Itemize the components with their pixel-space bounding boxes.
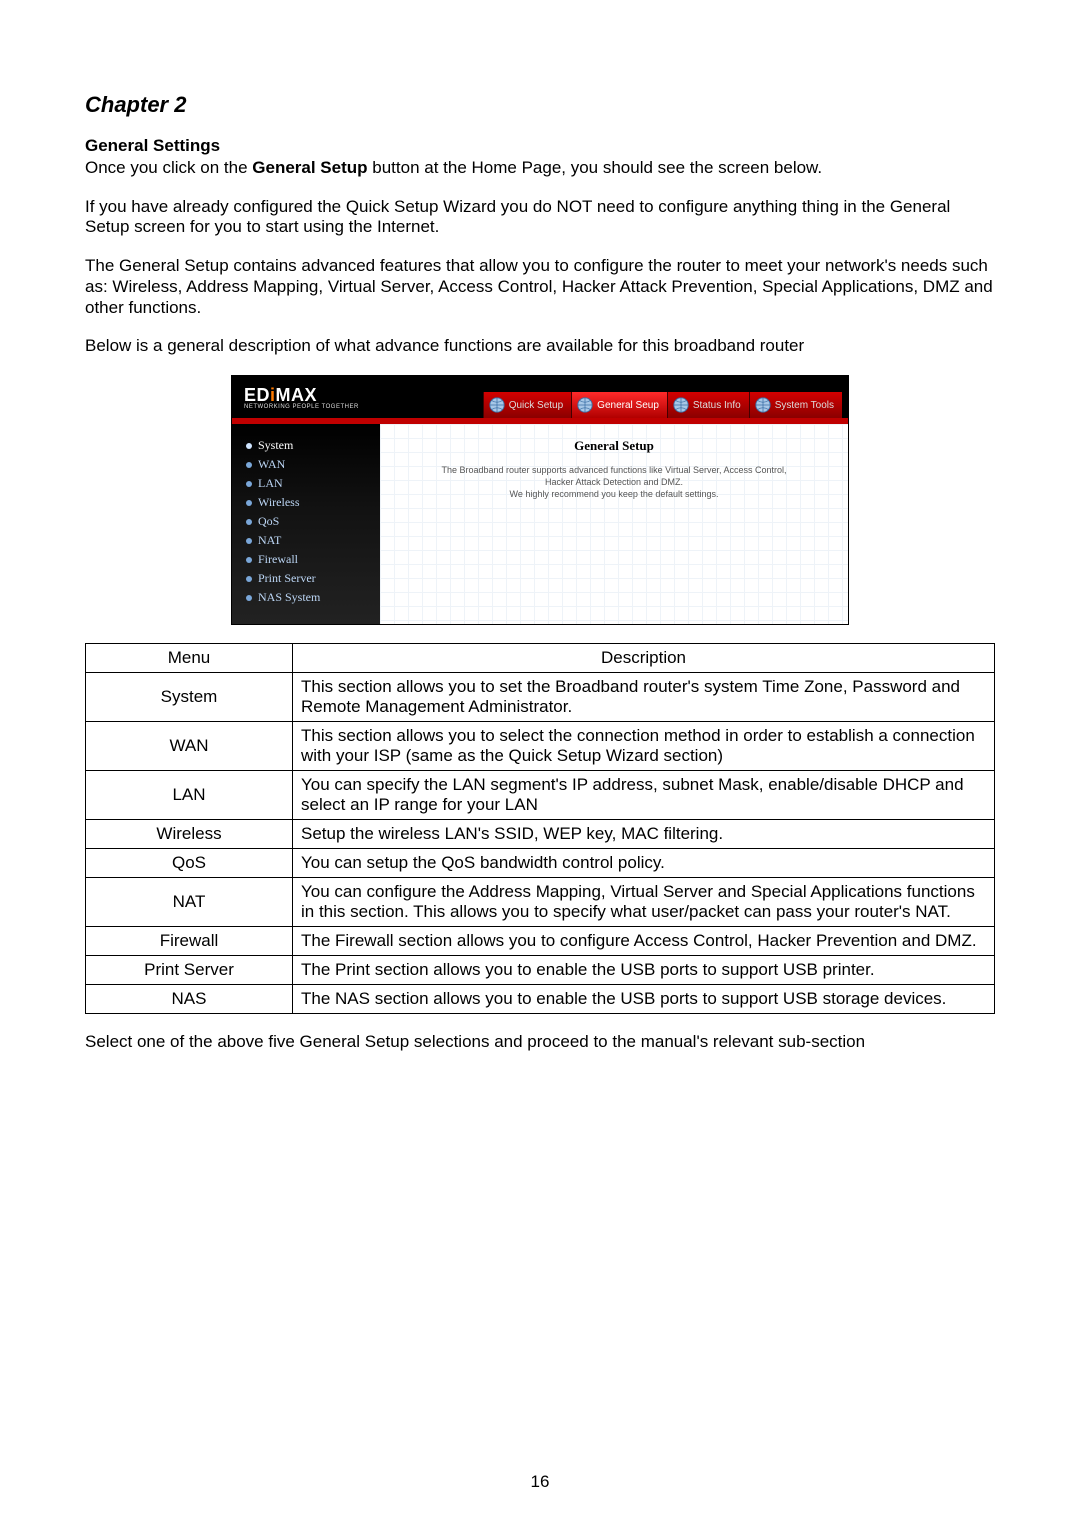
text: button at the Home Page, you should see … <box>368 158 823 177</box>
sidebar-item-lan[interactable]: LAN <box>246 476 380 491</box>
screenshot-sidebar: System WAN LAN Wireless QoS NAT Firewall… <box>232 424 380 624</box>
sidebar-label: Firewall <box>258 552 298 567</box>
cell-desc: You can setup the QoS bandwidth control … <box>293 849 995 878</box>
bullet-icon <box>246 557 252 563</box>
cell-menu: QoS <box>86 849 293 878</box>
globe-icon <box>576 396 594 414</box>
cell-desc: The NAS section allows you to enable the… <box>293 985 995 1014</box>
cell-menu: System <box>86 673 293 722</box>
table-row: FirewallThe Firewall section allows you … <box>86 927 995 956</box>
sidebar-item-qos[interactable]: QoS <box>246 514 380 529</box>
logo-text: MAX <box>276 385 318 405</box>
cell-desc: This section allows you to set the Broad… <box>293 673 995 722</box>
text-bold: General Setup <box>252 158 367 177</box>
closing-paragraph: Select one of the above five General Set… <box>85 1032 995 1053</box>
sidebar-item-wan[interactable]: WAN <box>246 457 380 472</box>
logo-text: ED <box>244 385 270 405</box>
screenshot-content: General Setup The Broadband router suppo… <box>380 424 848 624</box>
cell-desc: The Print section allows you to enable t… <box>293 956 995 985</box>
bullet-icon <box>246 462 252 468</box>
content-line: The Broadband router supports advanced f… <box>400 464 828 476</box>
bullet-icon <box>246 538 252 544</box>
cell-desc: The Firewall section allows you to confi… <box>293 927 995 956</box>
globe-icon <box>754 396 772 414</box>
bullet-icon <box>246 443 252 449</box>
page-number: 16 <box>0 1472 1080 1492</box>
tab-label: General Seup <box>597 400 659 411</box>
menu-description-table: Menu Description SystemThis section allo… <box>85 643 995 1014</box>
table-row: LANYou can specify the LAN segment's IP … <box>86 771 995 820</box>
table-row: WANThis section allows you to select the… <box>86 722 995 771</box>
top-nav-tabs: Quick Setup General Seup Status Info Sys… <box>378 376 848 418</box>
sidebar-label: WAN <box>258 457 285 472</box>
bullet-icon <box>246 481 252 487</box>
tab-label: System Tools <box>775 400 834 411</box>
bullet-icon <box>246 576 252 582</box>
sidebar-item-print-server[interactable]: Print Server <box>246 571 380 586</box>
sidebar-label: Print Server <box>258 571 316 586</box>
cell-menu: WAN <box>86 722 293 771</box>
sidebar-label: LAN <box>258 476 283 491</box>
table-row: NASThe NAS section allows you to enable … <box>86 985 995 1014</box>
bullet-icon <box>246 519 252 525</box>
globe-icon <box>672 396 690 414</box>
intro-paragraph-3: The General Setup contains advanced feat… <box>85 256 995 318</box>
table-header-description: Description <box>293 644 995 673</box>
table-row: WirelessSetup the wireless LAN's SSID, W… <box>86 820 995 849</box>
sidebar-label: NAT <box>258 533 281 548</box>
table-header-menu: Menu <box>86 644 293 673</box>
tab-status-info[interactable]: Status Info <box>667 392 749 418</box>
sidebar-item-firewall[interactable]: Firewall <box>246 552 380 567</box>
edimax-logo: EDiMAX NETWORKING PEOPLE TOGETHER <box>232 385 378 410</box>
sidebar-item-nat[interactable]: NAT <box>246 533 380 548</box>
intro-paragraph-1: Once you click on the General Setup butt… <box>85 158 995 179</box>
cell-desc: You can specify the LAN segment's IP add… <box>293 771 995 820</box>
cell-menu: Firewall <box>86 927 293 956</box>
cell-menu: Print Server <box>86 956 293 985</box>
intro-paragraph-2: If you have already configured the Quick… <box>85 197 995 238</box>
tab-label: Status Info <box>693 400 741 411</box>
sidebar-label: QoS <box>258 514 279 529</box>
chapter-title: Chapter 2 <box>85 92 995 118</box>
screenshot-header: EDiMAX NETWORKING PEOPLE TOGETHER Quick … <box>232 376 848 418</box>
cell-menu: Wireless <box>86 820 293 849</box>
table-row: SystemThis section allows you to set the… <box>86 673 995 722</box>
cell-desc: Setup the wireless LAN's SSID, WEP key, … <box>293 820 995 849</box>
table-row: Print ServerThe Print section allows you… <box>86 956 995 985</box>
tab-general-setup[interactable]: General Seup <box>571 392 667 418</box>
text: Once you click on the <box>85 158 252 177</box>
cell-desc: This section allows you to select the co… <box>293 722 995 771</box>
sidebar-label: Wireless <box>258 495 300 510</box>
bullet-icon <box>246 595 252 601</box>
tab-quick-setup[interactable]: Quick Setup <box>483 392 571 418</box>
sidebar-item-wireless[interactable]: Wireless <box>246 495 380 510</box>
sidebar-item-system[interactable]: System <box>246 438 380 453</box>
sidebar-label: System <box>258 438 293 453</box>
tab-system-tools[interactable]: System Tools <box>749 392 842 418</box>
table-row: QoSYou can setup the QoS bandwidth contr… <box>86 849 995 878</box>
cell-menu: LAN <box>86 771 293 820</box>
content-line: Hacker Attack Detection and DMZ. <box>400 476 828 488</box>
intro-paragraph-4: Below is a general description of what a… <box>85 336 995 357</box>
table-row: NATYou can configure the Address Mapping… <box>86 878 995 927</box>
section-heading: General Settings <box>85 136 995 156</box>
cell-desc: You can configure the Address Mapping, V… <box>293 878 995 927</box>
sidebar-item-nas-system[interactable]: NAS System <box>246 590 380 605</box>
router-admin-screenshot: EDiMAX NETWORKING PEOPLE TOGETHER Quick … <box>231 375 849 625</box>
cell-menu: NAS <box>86 985 293 1014</box>
tab-label: Quick Setup <box>509 400 563 411</box>
globe-icon <box>488 396 506 414</box>
content-heading: General Setup <box>400 438 828 454</box>
sidebar-label: NAS System <box>258 590 320 605</box>
content-line: We highly recommend you keep the default… <box>400 488 828 500</box>
cell-menu: NAT <box>86 878 293 927</box>
logo-tagline: NETWORKING PEOPLE TOGETHER <box>244 404 378 410</box>
bullet-icon <box>246 500 252 506</box>
